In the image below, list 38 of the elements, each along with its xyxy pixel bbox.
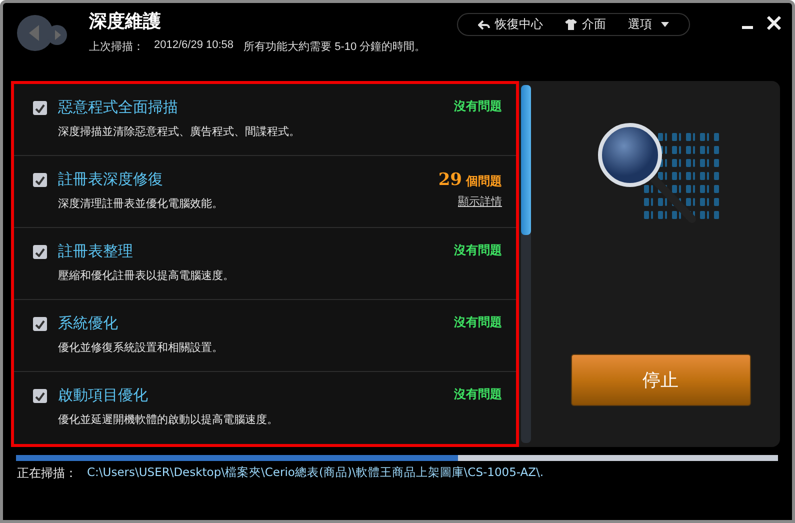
task-description: 壓縮和優化註冊表以提高電腦速度。 [58, 268, 235, 283]
menu-button[interactable]: 恢復中心 [470, 16, 551, 33]
details-link[interactable]: 顯示詳情 [458, 194, 502, 209]
status-text: 沒有問題 [454, 386, 502, 403]
stop-button[interactable]: 停止 [570, 354, 750, 406]
status-text: 沒有問題 [454, 314, 502, 331]
issue-count: 29 [438, 170, 462, 190]
scrollbar[interactable] [521, 85, 531, 443]
status-text: 沒有問題 [454, 98, 502, 115]
back-forward-icon[interactable] [15, 13, 69, 53]
scan-path: C:\Users\USER\Desktop\檔案夾\Cerio總表(商品)\軟體王商品上架圖庫\CS-1005-AZ\. [87, 465, 544, 481]
task-title: 註冊表整理 [58, 242, 134, 261]
status-text: 沒有問題 [454, 242, 502, 259]
task-description: 優化並延遲開機軟體的啟動以提高電腦速度。 [58, 412, 279, 427]
close-icon[interactable] [766, 15, 782, 31]
task-description: 優化並修復系統設置和相關設置。 [58, 340, 224, 355]
shirt-icon [565, 19, 577, 30]
task-title: 啟動項目優化 [58, 386, 149, 405]
checkbox[interactable] [33, 173, 47, 187]
checkbox[interactable] [33, 317, 47, 331]
menu-button[interactable]: 介面 [557, 16, 614, 33]
checkbox[interactable] [33, 101, 47, 115]
task-title: 註冊表深度修復 [58, 170, 164, 189]
duration-note: 所有功能大約需要 5-10 分鐘的時間。 [244, 40, 426, 54]
menu-button[interactable]: 選項 [620, 16, 677, 33]
scan-label: 正在掃描： [17, 465, 77, 482]
last-scan-label: 上次掃描： [89, 40, 144, 54]
status-text: 個問題 [466, 173, 502, 190]
task-description: 深度掃描並清除惡意程式、廣告程式、間諜程式。 [58, 124, 301, 139]
task-description: 深度清理註冊表並優化電腦效能。 [58, 196, 224, 211]
caret-icon [661, 22, 669, 27]
task-title: 惡意程式全面掃描 [58, 98, 179, 117]
last-scan-time: 2012/6/29 10:58 [154, 39, 234, 53]
checkbox[interactable] [33, 389, 47, 403]
back-arrow-icon [478, 20, 490, 30]
window-title: 深度維護 [89, 10, 162, 33]
task-title: 系統優化 [58, 314, 119, 333]
checkbox[interactable] [33, 245, 47, 259]
